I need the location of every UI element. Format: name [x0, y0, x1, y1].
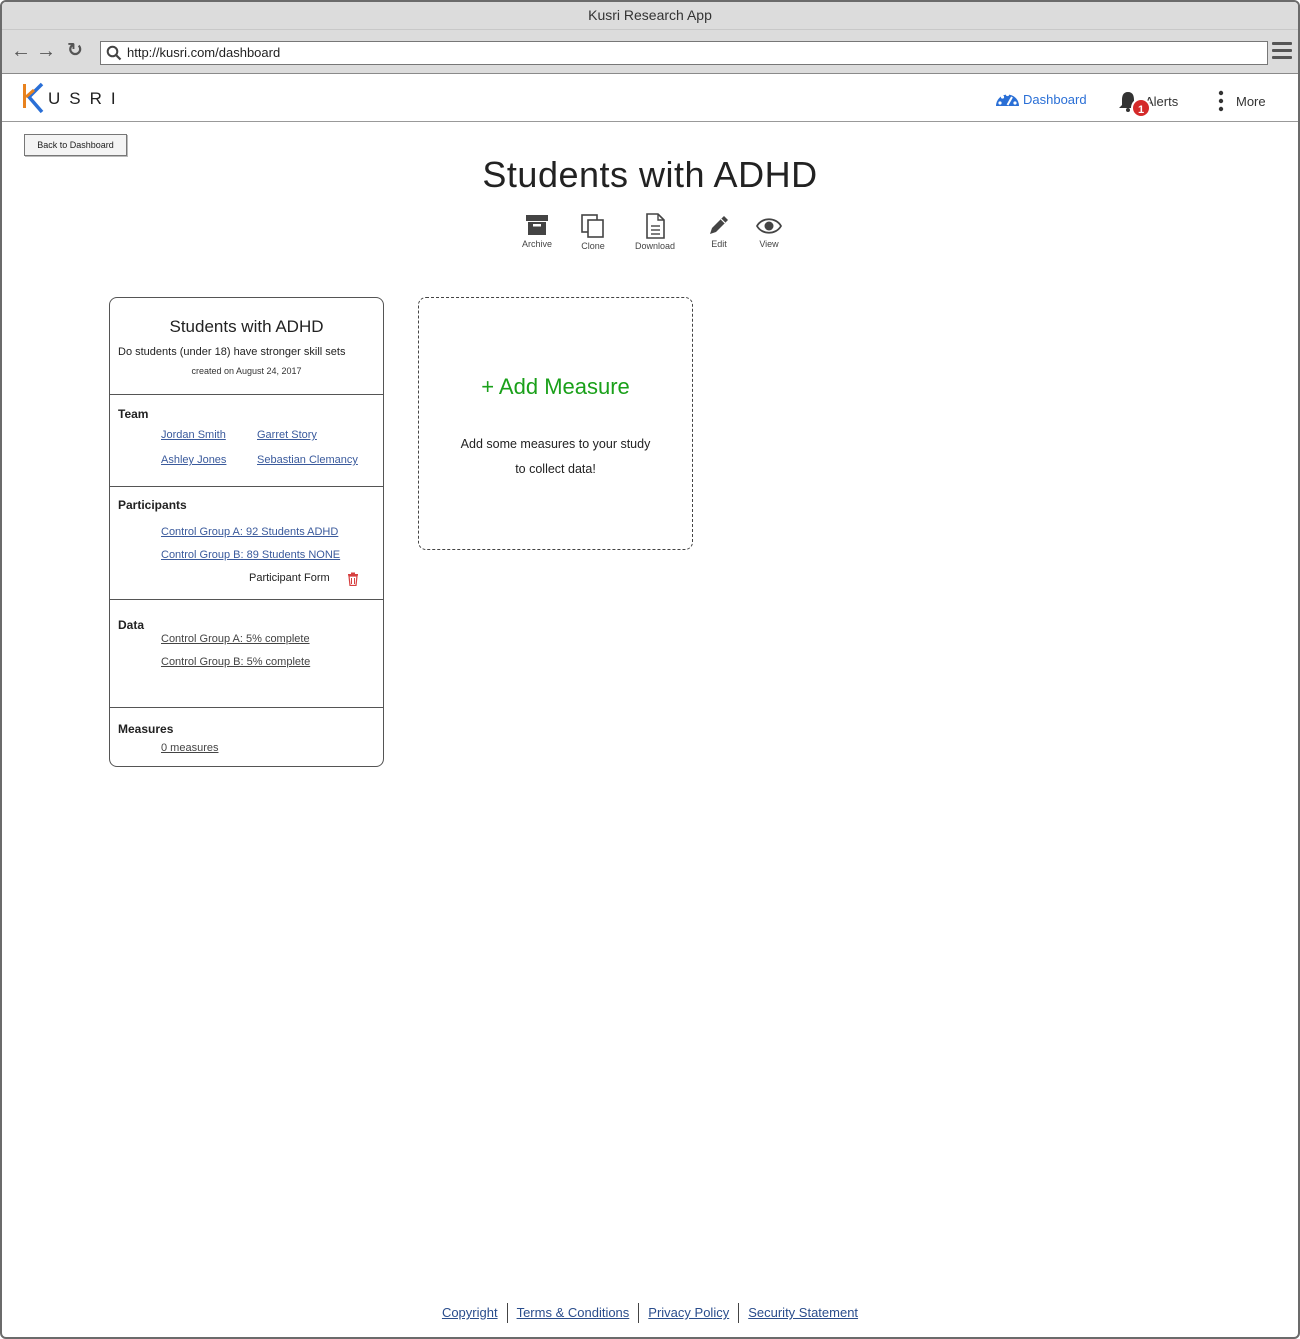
clone-label: Clone: [581, 241, 605, 251]
team-member-link[interactable]: Garret Story: [257, 429, 317, 441]
clone-icon: [581, 214, 604, 238]
participant-form-label[interactable]: Participant Form: [249, 572, 330, 584]
logo-text: USRI: [48, 89, 125, 108]
add-measure-button[interactable]: + Add Measure: [419, 374, 692, 400]
nav-more-label: More: [1236, 93, 1266, 109]
study-actions-bar: Archive Clone Download Edit View: [517, 213, 792, 253]
participants-section-title: Participants: [118, 498, 187, 512]
team-member-link[interactable]: Sebastian Clemancy: [257, 454, 358, 466]
reload-icon[interactable]: ↻: [64, 40, 86, 62]
back-arrow-icon[interactable]: ←: [10, 40, 32, 62]
alerts-count-badge: 1: [1131, 98, 1151, 118]
data-section: Data Control Group A: 5% complete Contro…: [110, 600, 383, 708]
download-label: Download: [635, 241, 676, 251]
data-section-title: Data: [118, 618, 145, 632]
browser-toolbar: ← → ↻ http://kusri.com/dashboard: [2, 30, 1298, 74]
edit-action[interactable]: Edit: [707, 213, 731, 249]
add-measure-card[interactable]: + Add Measure Add some measures to your …: [418, 297, 693, 550]
add-measure-hint-line: to collect data!: [515, 462, 596, 476]
add-measure-hint: Add some measures to your study to colle…: [419, 432, 692, 482]
app-header: USRI Dashboard 1 Alerts More: [2, 74, 1298, 122]
eye-icon: [756, 218, 782, 234]
footer-security-link[interactable]: Security Statement: [739, 1303, 867, 1323]
study-summary-card: Students with ADHD Do students (under 18…: [109, 297, 384, 767]
browser-window: Kusri Research App ← → ↻ http://kusri.co…: [0, 0, 1300, 1339]
data-progress-link[interactable]: Control Group B: 5% complete: [161, 656, 310, 668]
address-bar[interactable]: http://kusri.com/dashboard: [100, 41, 1268, 65]
nav-dashboard-label: Dashboard: [1023, 91, 1087, 107]
nav-more[interactable]: More: [1214, 90, 1266, 112]
archive-label: Archive: [522, 239, 553, 249]
back-to-dashboard-button[interactable]: Back to Dashboard: [24, 134, 127, 156]
vertical-dots-icon: [1218, 90, 1224, 112]
participant-group-link[interactable]: Control Group A: 92 Students ADHD: [161, 526, 338, 538]
footer-privacy-link[interactable]: Privacy Policy: [639, 1303, 740, 1323]
team-section-title: Team: [118, 407, 149, 421]
measures-section: Measures 0 measures: [110, 708, 383, 766]
trash-icon[interactable]: [347, 572, 359, 586]
search-icon: [106, 45, 122, 61]
browser-menu-icon[interactable]: [1272, 42, 1292, 60]
study-question: Do students (under 18) have stronger ski…: [118, 346, 346, 358]
study-card-header: Students with ADHD Do students (under 18…: [110, 298, 383, 395]
pencil-icon: [710, 216, 728, 234]
nav-alerts[interactable]: 1 Alerts: [1117, 90, 1178, 118]
footer-terms-link[interactable]: Terms & Conditions: [508, 1303, 640, 1323]
team-section: Team Jordan Smith Garret Story Ashley Jo…: [110, 395, 383, 487]
kusri-logo[interactable]: USRI: [20, 82, 125, 116]
archive-icon: [526, 215, 548, 235]
study-created-date: created on August 24, 2017: [191, 366, 302, 376]
kusri-logo-mark-icon: [23, 82, 44, 114]
footer-copyright-link[interactable]: Copyright: [433, 1303, 508, 1323]
document-download-icon: [646, 213, 665, 239]
forward-arrow-icon[interactable]: →: [35, 40, 57, 62]
clone-action[interactable]: Clone: [580, 213, 606, 251]
participants-section: Participants Control Group A: 92 Student…: [110, 487, 383, 600]
measures-section-title: Measures: [118, 722, 174, 736]
add-measure-hint-line: Add some measures to your study: [460, 437, 651, 451]
team-member-link[interactable]: Jordan Smith: [161, 429, 226, 441]
address-url[interactable]: http://kusri.com/dashboard: [127, 45, 280, 60]
view-label: View: [759, 239, 779, 249]
archive-action[interactable]: Archive: [522, 213, 552, 249]
measures-count-link[interactable]: 0 measures: [161, 742, 218, 754]
study-card-title: Students with ADHD: [169, 317, 324, 336]
window-titlebar: Kusri Research App: [2, 2, 1298, 30]
speedometer-icon: [996, 92, 1019, 106]
nav-dashboard[interactable]: Dashboard: [995, 90, 1087, 108]
page-title: Students with ADHD: [482, 154, 818, 195]
footer-links: Copyright Terms & Conditions Privacy Pol…: [2, 1303, 1298, 1323]
download-action[interactable]: Download: [635, 213, 675, 251]
team-member-link[interactable]: Ashley Jones: [161, 454, 226, 466]
edit-label: Edit: [711, 239, 727, 249]
data-progress-link[interactable]: Control Group A: 5% complete: [161, 633, 310, 645]
view-action[interactable]: View: [756, 213, 782, 249]
participant-group-link[interactable]: Control Group B: 89 Students NONE: [161, 549, 340, 561]
window-title: Kusri Research App: [588, 7, 712, 23]
